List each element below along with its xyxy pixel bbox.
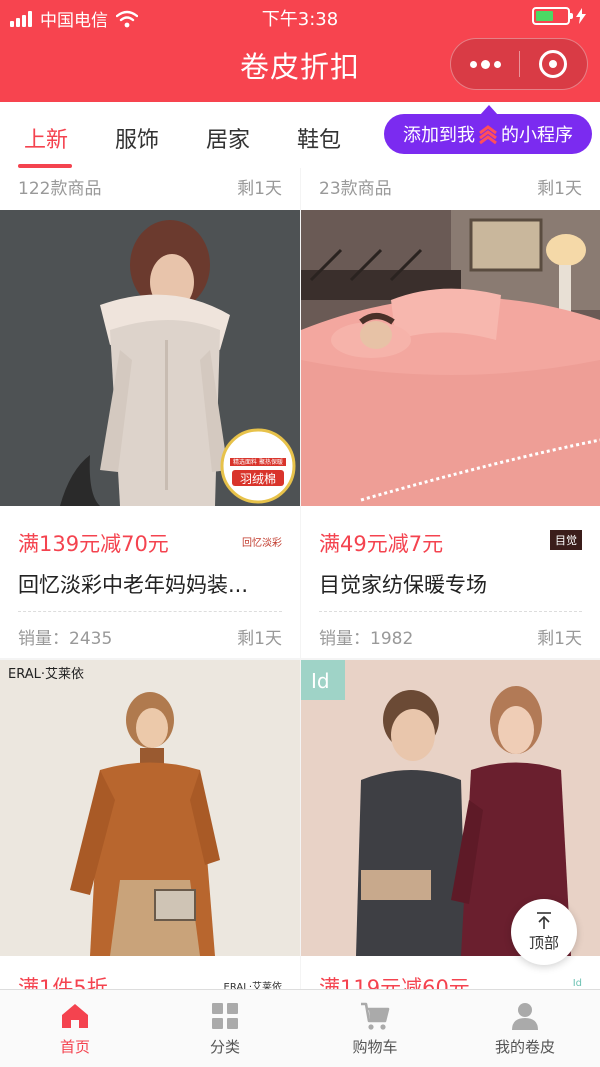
tab-home[interactable]: 居家: [206, 122, 250, 154]
eral-logo-text: ERAL·艾莱依: [8, 667, 84, 682]
status-bar: 中国电信 下午3:38: [0, 0, 600, 34]
cart-icon: [361, 1002, 390, 1030]
brand-logo: 回忆淡彩: [242, 538, 282, 549]
brand-logo: Id: [572, 978, 582, 989]
user-icon: [512, 1003, 538, 1030]
deal-text: 满139元减70元: [18, 532, 169, 556]
id-logo-text: Id: [311, 669, 330, 693]
grid-icon: [212, 1003, 238, 1029]
time-remaining: 剩1天: [237, 179, 282, 199]
days-left: 剩1天: [237, 629, 282, 649]
badge-sub-text: 精选面料 聚热保暖: [233, 458, 283, 466]
charging-icon: [576, 8, 586, 24]
divider: [319, 611, 582, 612]
close-miniprogram-button[interactable]: [520, 39, 587, 89]
product-image[interactable]: 羽绒棉 精选面料 聚热保暖: [0, 210, 300, 506]
juanpi-logo-icon: [479, 125, 497, 145]
tab-apparel[interactable]: 服饰: [115, 122, 159, 154]
arrow-up-icon: [537, 911, 551, 929]
time-remaining: 剩1天: [537, 179, 582, 199]
add-to-my-miniprogram-tip[interactable]: 添加到我 的小程序: [384, 105, 592, 154]
product-card[interactable]: 122款商品 剩1天 羽绒棉 精选面料 聚热保暖 满139元减70元 回忆淡彩 …: [0, 168, 300, 658]
app-header: 中国电信 下午3:38 卷皮折扣: [0, 0, 600, 102]
nav-category-label: 分类: [209, 1038, 240, 1056]
bottom-tab-bar: 首页 分类 购物车 我的卷皮: [0, 989, 600, 1067]
nav-home-label: 首页: [59, 1038, 90, 1056]
deal-text: 满49元减7元: [319, 532, 444, 556]
nav-home[interactable]: 首页: [0, 990, 150, 1067]
close-circle-icon: [539, 50, 568, 78]
sales-count: 销量：2435: [18, 629, 113, 649]
miniprogram-capsule: [450, 38, 588, 90]
home-icon: [62, 1004, 88, 1028]
more-button[interactable]: [451, 39, 519, 89]
nav-cart-label: 购物车: [352, 1038, 398, 1056]
brand-logo: 目觉: [550, 530, 582, 550]
battery-icon: [532, 7, 573, 25]
tip-text-before: 添加到我: [403, 125, 475, 146]
divider: [18, 611, 282, 612]
badge-main-text: 羽绒棉: [240, 472, 276, 486]
product-name: 回忆淡彩中老年妈妈装...: [18, 573, 249, 597]
more-dots-icon: [469, 60, 477, 68]
back-to-top-button[interactable]: 顶部: [511, 899, 577, 965]
nav-cart[interactable]: 购物车: [300, 990, 450, 1067]
tab-shoes-bags[interactable]: 鞋包: [297, 122, 341, 154]
tab-new[interactable]: 上新: [24, 122, 68, 154]
item-count: 23款商品: [319, 179, 392, 199]
clock: 下午3:38: [261, 9, 339, 30]
nav-profile[interactable]: 我的卷皮: [450, 990, 600, 1067]
product-image[interactable]: ERAL·艾莱依: [0, 660, 300, 956]
product-card[interactable]: ERAL·艾莱依 满1件5折 ERAL·艾莱依: [0, 660, 300, 1000]
nav-category[interactable]: 分类: [150, 990, 300, 1067]
product-image[interactable]: [301, 210, 600, 506]
product-name: 目觉家纺保暖专场: [319, 573, 487, 597]
days-left: 剩1天: [537, 629, 582, 649]
item-count: 122款商品: [18, 179, 102, 199]
back-to-top-label: 顶部: [528, 933, 559, 952]
nav-profile-label: 我的卷皮: [494, 1038, 555, 1056]
sales-count: 销量：1982: [319, 629, 414, 649]
product-card[interactable]: 23款商品 剩1天 满49元减7元 目觉 目觉家纺保暖专场 销量：1982 剩1…: [301, 168, 600, 658]
tip-text-after: 的小程序: [501, 125, 573, 146]
